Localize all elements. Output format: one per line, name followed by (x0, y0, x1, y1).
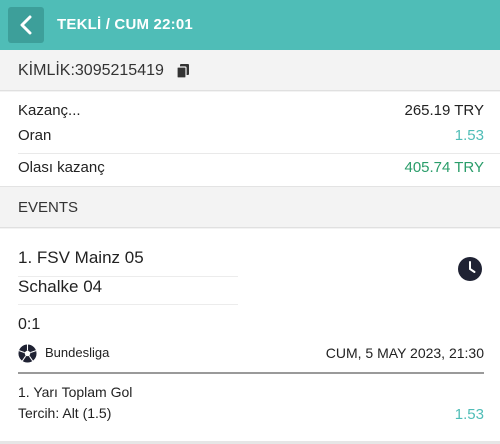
divider (18, 304, 238, 305)
score: 0:1 (18, 316, 41, 333)
identity-text: KİMLİK:3095215419 (18, 62, 164, 79)
divider (18, 153, 500, 154)
stake-value: 265.19 TRY (404, 102, 484, 119)
odds-row: Oran 1.53 (18, 127, 484, 149)
event-card: 1. FSV Mainz 05 Schalke 04 0:1 Bundeslig… (0, 229, 500, 444)
divider (18, 372, 484, 374)
copy-icon[interactable] (177, 64, 189, 78)
clock-icon (458, 257, 482, 281)
top-bar: TEKLİ / CUM 22:01 (0, 0, 500, 50)
identity-row: KİMLİK:3095215419 (0, 50, 500, 91)
back-button[interactable] (8, 7, 44, 43)
chevron-left-icon (20, 15, 32, 35)
home-team: 1. FSV Mainz 05 (18, 248, 144, 267)
selection: Tercih: Alt (1.5) (18, 405, 112, 421)
events-header-label: EVENTS (18, 199, 79, 216)
potential-win-row: Olası kazanç 405.74 TRY (18, 159, 484, 181)
market-name: 1. Yarı Toplam Gol (18, 384, 133, 400)
bet-summary: Kazanç... 265.19 TRY Oran 1.53 Olası kaz… (0, 92, 500, 187)
odds-value: 1.53 (454, 127, 484, 144)
potential-win-value: 405.74 TRY (404, 159, 484, 176)
league-name: Bundesliga (45, 345, 110, 360)
events-header: EVENTS (0, 188, 500, 228)
page-title: TEKLİ / CUM 22:01 (57, 16, 193, 33)
away-team: Schalke 04 (18, 277, 103, 296)
potential-win-label: Olası kazanç (18, 159, 105, 176)
stake-label: Kazanç... (18, 102, 81, 119)
soccer-ball-icon (18, 344, 37, 363)
odds-label: Oran (18, 127, 52, 144)
selection-odds: 1.53 (454, 406, 484, 423)
stake-row: Kazanç... 265.19 TRY (18, 102, 484, 124)
event-datetime: CUM, 5 MAY 2023, 21:30 (325, 345, 484, 361)
